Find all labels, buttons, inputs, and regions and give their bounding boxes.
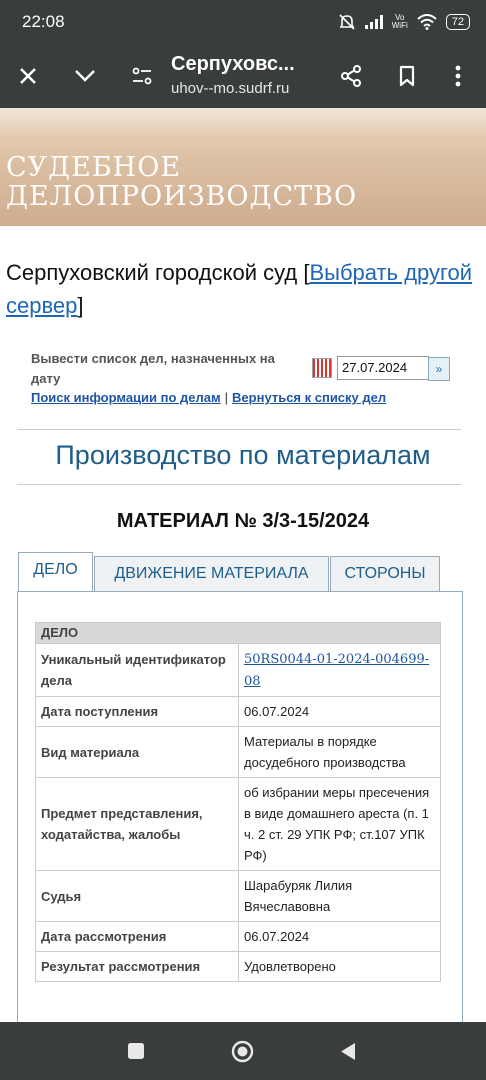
back-triangle-icon[interactable] <box>340 1042 356 1061</box>
table-row: Дата поступления 06.07.2024 <box>35 696 441 727</box>
banner-strip <box>0 108 486 136</box>
chevron-down-icon[interactable] <box>69 60 101 92</box>
row-label: Результат рассмотрения <box>35 951 239 982</box>
date-submit-button[interactable]: » <box>428 357 450 381</box>
case-uid-link[interactable]: 50RS0044-01-2024-004699-08 <box>244 652 429 689</box>
wifi-icon <box>417 14 437 30</box>
row-label: Судья <box>35 870 239 922</box>
bookmark-icon[interactable] <box>391 60 423 92</box>
system-nav-bar <box>0 1022 486 1080</box>
mute-icon <box>339 14 355 30</box>
table-row: Вид материала Материалы в порядке досуде… <box>35 726 441 778</box>
page-title[interactable]: Серпуховс... <box>171 53 295 76</box>
row-label: Дата поступления <box>35 696 239 727</box>
date-input[interactable]: 27.07.2024 <box>337 356 429 380</box>
row-value: Материалы в порядке досудебного производ… <box>238 726 441 778</box>
status-time: 22:08 <box>22 12 65 31</box>
date-label: Вывести список дел, назначенных на дату <box>31 351 275 386</box>
tab-case[interactable]: ДЕЛО <box>18 552 93 591</box>
table-row: Результат рассмотрения Удовлетворено <box>35 951 441 982</box>
browser-toolbar: Серпуховс... uhov--mo.sudrf.ru <box>0 44 486 108</box>
row-value: 06.07.2024 <box>238 921 441 952</box>
calendar-icon[interactable] <box>312 358 332 378</box>
back-to-list-link[interactable]: Вернуться к списку дел <box>232 390 386 405</box>
recents-square-icon[interactable] <box>127 1042 145 1060</box>
table-row: Дата рассмотрения 06.07.2024 <box>35 921 441 952</box>
status-icons: Vo WiFi 72 <box>338 12 470 32</box>
case-details-table: ДЕЛО Уникальный идентификатор дела 50RS0… <box>35 622 441 982</box>
case-search-link[interactable]: Поиск информации по делам <box>31 390 221 405</box>
table-header-row: ДЕЛО <box>35 622 441 644</box>
banner-line-2: ДЕЛОПРОИЗВОДСТВО <box>6 181 358 212</box>
table-header: ДЕЛО <box>35 622 441 644</box>
court-suffix: ] <box>77 293 84 318</box>
row-value: Шарабуряк Лилия Вячеславовна <box>238 870 441 922</box>
home-circle-icon[interactable] <box>231 1040 254 1063</box>
row-value: Удовлетворено <box>238 951 441 982</box>
row-label: Уникальный идентификатор дела <box>35 643 239 697</box>
signal-icon <box>364 15 383 29</box>
banner-title: СУДЕБНОЕ ДЕЛОПРОИЗВОДСТВО <box>6 153 357 211</box>
vowifi-bottom: WiFi <box>391 21 408 30</box>
material-title: МАТЕРИАЛ № 3/3-15/2024 <box>116 510 370 532</box>
banner-line-1: СУДЕБНОЕ <box>6 152 182 183</box>
row-value: 50RS0044-01-2024-004699-08 <box>238 643 441 697</box>
row-value: об избрании меры пресечения в виде домаш… <box>238 777 441 871</box>
more-vert-icon[interactable] <box>442 60 474 92</box>
row-label: Дата рассмотрения <box>35 921 239 952</box>
site-banner: СУДЕБНОЕ ДЕЛОПРОИЗВОДСТВО <box>0 108 486 226</box>
court-heading: Серпуховский городской суд [Выбрать друг… <box>6 256 476 322</box>
table-row: Судья Шарабуряк Лилия Вячеславовна <box>35 870 441 922</box>
table-row: Уникальный идентификатор дела 50RS0044-0… <box>35 643 441 697</box>
link-separator: | <box>224 390 229 405</box>
table-row: Предмет представления, ходатайства, жало… <box>35 777 441 871</box>
share-icon[interactable] <box>335 60 367 92</box>
court-name: Серпуховский городской суд [ <box>6 260 310 285</box>
page-url[interactable]: uhov--mo.sudrf.ru <box>171 80 289 97</box>
tab-material-movement[interactable]: ДВИЖЕНИЕ МАТЕРИАЛА <box>94 556 329 591</box>
battery-indicator: 72 <box>445 14 470 30</box>
divider-bottom <box>17 484 461 485</box>
status-bar: 22:08 Vo WiFi 72 <box>0 0 486 44</box>
row-value: 06.07.2024 <box>238 696 441 727</box>
divider-top <box>17 429 461 430</box>
section-title: Производство по материалам <box>55 440 431 470</box>
row-label: Вид материала <box>35 726 239 778</box>
site-settings-icon[interactable] <box>126 60 158 92</box>
nav-links: Поиск информации по делам | Вернуться к сп… <box>31 390 386 405</box>
tab-parties[interactable]: СТОРОНЫ <box>330 556 440 591</box>
close-icon[interactable] <box>12 60 44 92</box>
vowifi-indicator: Vo WiFi <box>392 14 408 30</box>
row-label: Предмет представления, ходатайства, жало… <box>35 777 239 871</box>
